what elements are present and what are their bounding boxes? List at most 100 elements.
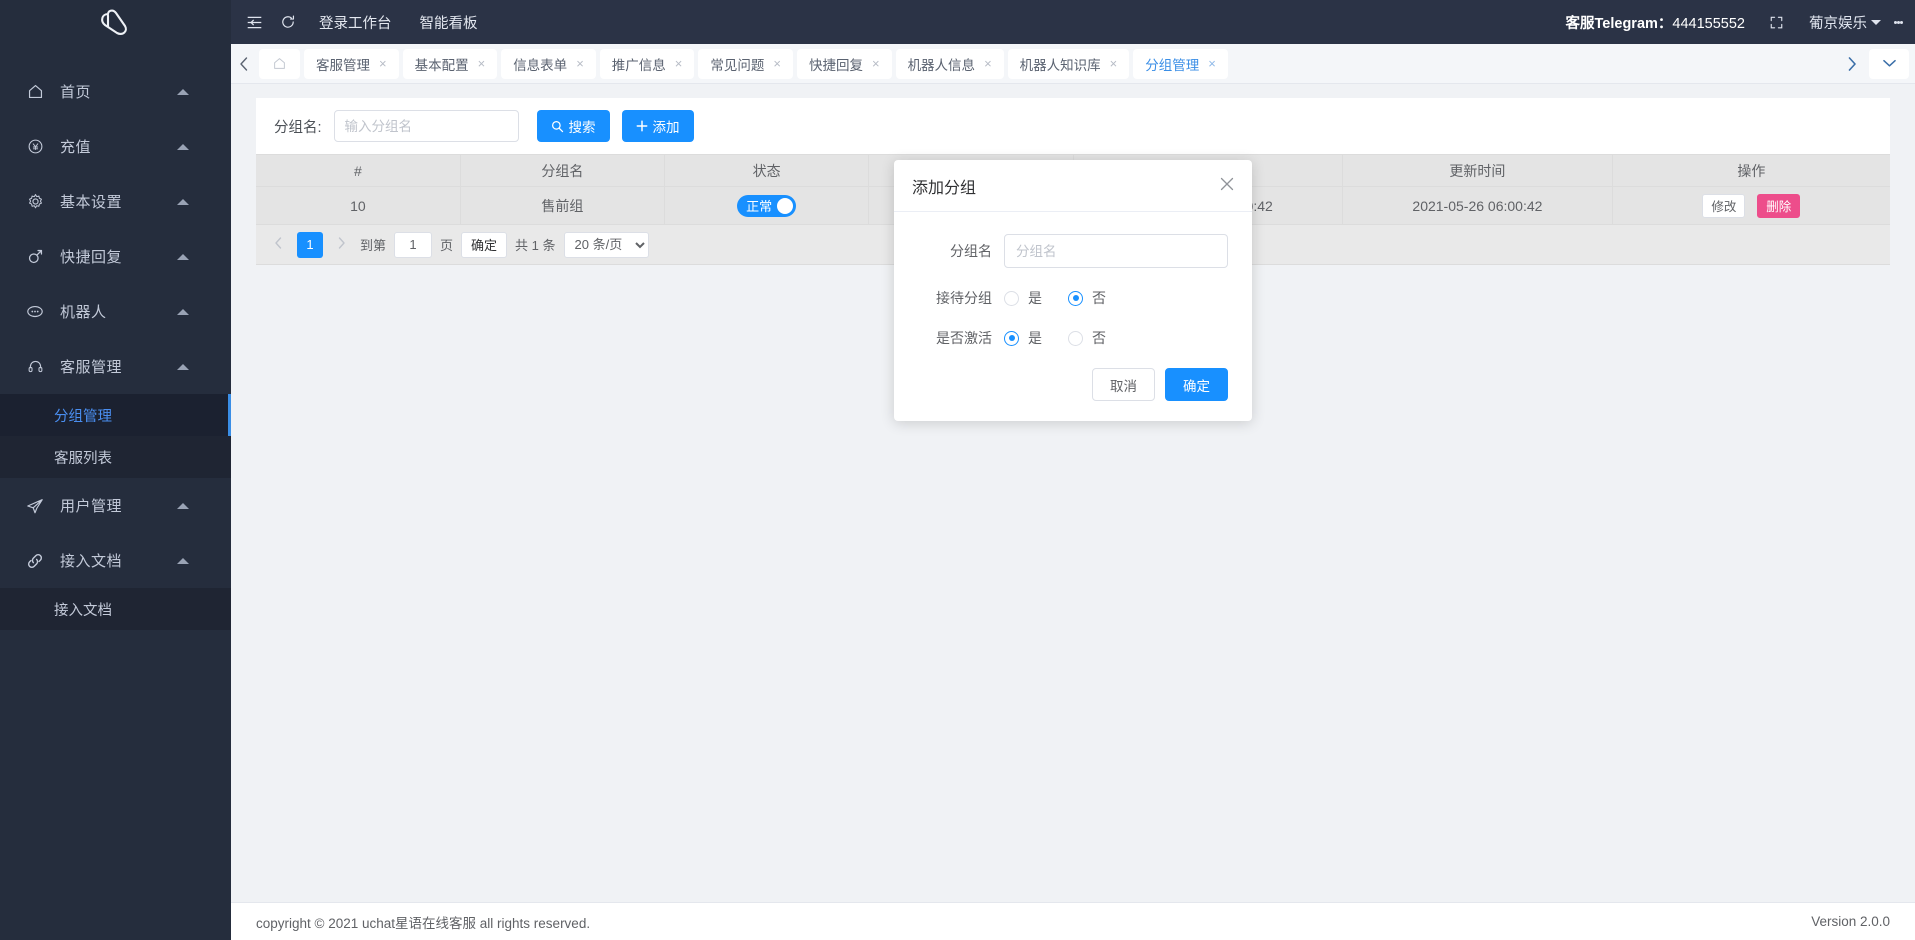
tab-close-icon[interactable]: × — [478, 57, 486, 70]
gear-icon — [22, 191, 48, 213]
tab-label: 信息表单 — [513, 54, 567, 74]
tab-basic-config[interactable]: 基本配置 × — [403, 49, 498, 79]
tab-label: 基本配置 — [415, 54, 469, 74]
tabs-options-dropdown[interactable] — [1869, 49, 1909, 79]
tab-label: 快捷回复 — [809, 54, 863, 74]
tab-robot-knowledge[interactable]: 机器人知识库 × — [1008, 49, 1130, 79]
page-size-select[interactable]: 10 条/页 20 条/页 50 条/页 100 条/页 — [564, 232, 649, 258]
tab-home[interactable] — [259, 49, 300, 79]
dialog-confirm-button[interactable]: 确定 — [1165, 368, 1228, 401]
chevron-up-icon — [177, 199, 189, 205]
menu-collapse-icon[interactable] — [237, 0, 271, 44]
tab-faq[interactable]: 常见问题 × — [698, 49, 793, 79]
tab-close-icon[interactable]: × — [675, 57, 683, 70]
page-footer: copyright © 2021 uchat星语在线客服 all rights … — [231, 902, 1915, 940]
close-icon[interactable] — [1220, 177, 1234, 194]
top-bar: 登录工作台 智能看板 客服Telegram：444155552 葡京娱乐 — [231, 0, 1915, 44]
tab-group-management[interactable]: 分组管理 × — [1133, 49, 1228, 79]
tab-label: 客服管理 — [316, 54, 370, 74]
column-header-actions: 操作 — [1612, 155, 1890, 187]
tab-label: 机器人信息 — [908, 54, 976, 74]
yen-coin-icon — [22, 136, 48, 158]
tab-label: 分组管理 — [1145, 54, 1199, 74]
delete-row-button[interactable]: 删除 — [1757, 194, 1800, 218]
goto-page-input[interactable] — [394, 232, 432, 258]
chevron-up-icon — [177, 309, 189, 315]
active-yes-label: 是 — [1028, 328, 1042, 348]
refresh-icon[interactable] — [271, 0, 305, 44]
sidebar-item-label: 用户管理 — [60, 495, 177, 516]
tab-kefu-management[interactable]: 客服管理 × — [304, 49, 399, 79]
active-radio-yes[interactable]: 是 — [1004, 328, 1042, 348]
sidebar-item-user-management[interactable]: 用户管理 — [0, 478, 231, 533]
dialog-title: 添加分组 — [912, 174, 1220, 198]
group-name-input[interactable] — [1004, 234, 1228, 268]
tab-close-icon[interactable]: × — [872, 57, 880, 70]
dialog-cancel-button[interactable]: 取消 — [1092, 368, 1155, 401]
tab-close-icon[interactable]: × — [984, 57, 992, 70]
tab-quick-reply[interactable]: 快捷回复 × — [797, 49, 892, 79]
cell-index: 10 — [256, 187, 460, 225]
sidebar-item-kefu-management[interactable]: 客服管理 — [0, 339, 231, 394]
pagination-prev-button[interactable] — [268, 237, 289, 252]
tab-info-form[interactable]: 信息表单 × — [501, 49, 596, 79]
reception-radio-yes[interactable]: 是 — [1004, 288, 1042, 308]
link-icon — [22, 550, 48, 572]
tab-close-icon[interactable]: × — [1110, 57, 1118, 70]
sidebar-item-label: 充值 — [60, 136, 177, 157]
fullscreen-icon[interactable] — [1759, 0, 1793, 44]
active-radio-no[interactable]: 否 — [1068, 328, 1106, 348]
chevron-up-icon — [177, 144, 189, 150]
sidebar-item-robot[interactable]: 机器人 — [0, 284, 231, 339]
topbar-link-dashboard[interactable]: 智能看板 — [406, 0, 492, 44]
sidebar-item-group-management[interactable]: 分组管理 — [0, 394, 231, 436]
submenu-label: 客服列表 — [54, 447, 112, 468]
tabs-scroll-left-button[interactable] — [231, 44, 257, 84]
edit-row-button[interactable]: 修改 — [1702, 194, 1745, 218]
tab-robot-info[interactable]: 机器人信息 × — [896, 49, 1004, 79]
sidebar-item-quick-reply[interactable]: 快捷回复 — [0, 229, 231, 284]
tab-close-icon[interactable]: × — [773, 57, 781, 70]
reception-radio-no[interactable]: 否 — [1068, 288, 1106, 308]
sidebar-item-label: 客服管理 — [60, 356, 177, 377]
total-count-label: 共 1 条 — [515, 235, 555, 254]
pagination-page-1[interactable]: 1 — [297, 232, 323, 258]
field-row-reception: 接待分组 是 否 — [918, 288, 1228, 308]
chevron-up-icon — [177, 254, 189, 260]
group-name-label: 分组名 — [918, 241, 992, 261]
user-dropdown[interactable]: 葡京娱乐 — [1809, 12, 1881, 33]
group-name-search-input[interactable] — [334, 110, 519, 142]
tab-close-icon[interactable]: × — [1208, 57, 1216, 70]
paper-plane-icon — [22, 495, 48, 517]
chevron-up-icon — [177, 364, 189, 370]
add-group-button[interactable]: 添加 — [622, 110, 694, 142]
plus-icon — [636, 120, 648, 132]
sidebar-item-kefu-list[interactable]: 客服列表 — [0, 436, 231, 478]
sidebar-item-basic-settings[interactable]: 基本设置 — [0, 174, 231, 229]
radio-circle-icon — [1004, 331, 1019, 346]
app-logo[interactable] — [0, 0, 231, 44]
telegram-value: 444155552 — [1672, 16, 1745, 32]
headset-icon — [22, 356, 48, 378]
status-toggle[interactable]: 正常 — [737, 195, 796, 217]
topbar-link-workbench[interactable]: 登录工作台 — [305, 0, 406, 44]
sidebar-item-access-docs[interactable]: 接入文档 — [0, 533, 231, 588]
tab-promotion-info[interactable]: 推广信息 × — [600, 49, 695, 79]
status-label: 正常 — [746, 196, 772, 215]
cell-status: 正常 — [665, 187, 869, 225]
cell-updated-time: 2021-05-26 06:00:42 — [1343, 187, 1613, 225]
tabs-scroll-right-button[interactable] — [1835, 44, 1869, 84]
sidebar-item-label: 首页 — [60, 81, 177, 102]
goto-page-confirm-button[interactable]: 确定 — [461, 232, 507, 258]
chevron-up-icon — [177, 558, 189, 564]
search-button[interactable]: 搜索 — [537, 110, 610, 142]
sidebar-item-recharge[interactable]: 充值 — [0, 119, 231, 174]
tab-bar: 客服管理 × 基本配置 × 信息表单 × 推广信息 × 常见问题 × 快捷回复 … — [231, 44, 1915, 84]
tab-close-icon[interactable]: × — [379, 57, 387, 70]
sidebar-item-docs-entry[interactable]: 接入文档 — [0, 588, 231, 630]
more-vertical-icon[interactable] — [1881, 0, 1915, 44]
pagination-next-button[interactable] — [331, 237, 352, 252]
app-root: 首页 充值 基本设置 快捷回复 — [0, 0, 1915, 940]
sidebar-item-home[interactable]: 首页 — [0, 64, 231, 119]
tab-close-icon[interactable]: × — [576, 57, 584, 70]
